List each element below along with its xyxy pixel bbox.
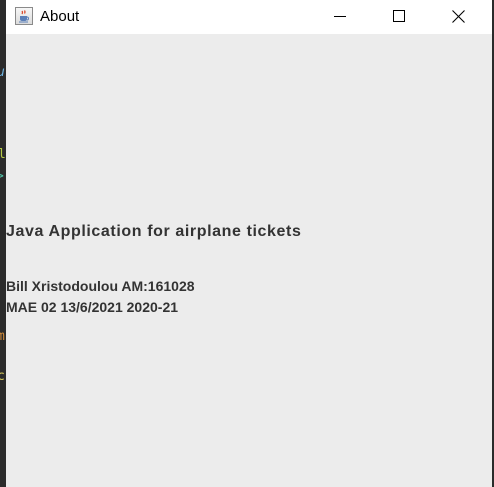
minimize-button[interactable] bbox=[317, 0, 363, 32]
course-label: MAE 02 13/6/2021 2020-21 bbox=[6, 299, 179, 315]
title-bar[interactable]: About bbox=[6, 0, 492, 34]
about-dialog: About Java Application for airplane tick… bbox=[6, 0, 492, 487]
maximize-icon bbox=[393, 10, 405, 22]
dialog-content: Java Application for airplane tickets Bi… bbox=[6, 34, 492, 487]
app-description-heading: Java Application for airplane tickets bbox=[6, 223, 302, 240]
java-cup-icon bbox=[15, 7, 33, 25]
window-title: About bbox=[40, 8, 80, 25]
background-glyph: m bbox=[0, 329, 5, 344]
background-glyph: l bbox=[0, 147, 6, 162]
author-label: Bill Xristodoulou AM:161028 bbox=[6, 278, 195, 294]
background-glyph: > bbox=[0, 170, 4, 183]
background-glyph: c bbox=[0, 369, 5, 384]
background-glyph: u bbox=[0, 66, 5, 79]
maximize-button[interactable] bbox=[376, 0, 422, 32]
close-button[interactable] bbox=[435, 0, 481, 32]
close-icon bbox=[452, 10, 465, 23]
minimize-icon bbox=[334, 16, 346, 17]
